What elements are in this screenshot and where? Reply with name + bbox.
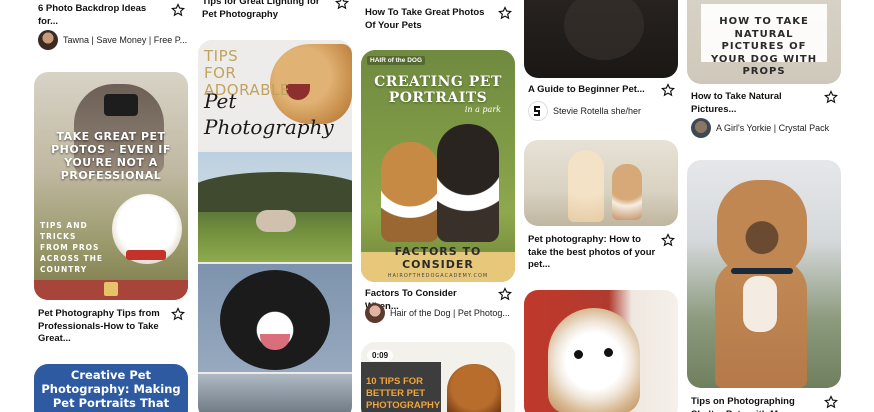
save-star-icon[interactable] (171, 3, 185, 17)
save-star-icon[interactable] (824, 90, 838, 104)
brand-logo: HAIR of the DOG (367, 56, 425, 65)
shih-tzu-eye-right (604, 348, 613, 357)
save-star-icon[interactable] (335, 0, 349, 10)
save-star-icon[interactable] (498, 6, 512, 20)
pin-title[interactable]: How to Take Natural Pictures... (691, 91, 809, 116)
dog-logo-icon (104, 282, 118, 296)
author-name: Stevie Rotella she/her (553, 106, 642, 116)
pin-image-dark-beginner[interactable] (524, 0, 678, 78)
pitbull-chest-shape (743, 276, 777, 332)
pin-title[interactable]: A Guide to Beginner Pet... (528, 84, 656, 97)
save-star-icon[interactable] (661, 233, 675, 247)
pin-author[interactable]: Stevie Rotella she/her (528, 101, 641, 121)
avatar-logo (528, 101, 548, 121)
camera-shape (104, 94, 138, 116)
image-subtext: TIPS AND TRICKS FROM PROS ACROSS THE COU… (40, 221, 104, 274)
pin-image-pet-photo-tips[interactable]: TAKE GREAT PET PHOTOS - EVEN IF YOU'RE N… (34, 72, 188, 300)
small-dog-shape (612, 164, 642, 220)
pin-title[interactable]: 6 Photo Backdrop Ideas for... (38, 3, 166, 28)
save-star-icon[interactable] (171, 307, 185, 321)
shih-tzu-eye-left (574, 350, 583, 359)
sheltie-2-shape (437, 124, 499, 242)
sheltie-1-shape (381, 142, 439, 242)
pin-title[interactable]: How To Take Great Photos Of Your Pets (365, 7, 493, 32)
pin-title[interactable]: Tips on Photographing Shelter Pets with … (691, 396, 821, 412)
pin-image-10-tips-video[interactable]: 0:09 10 TIPS FOR BETTER PET PHOTOGRAPHY (361, 342, 515, 412)
puppy-shape (447, 364, 501, 412)
golden-puppy-shape (568, 150, 604, 222)
pin-author[interactable]: A Girl's Yorkie | Crystal Pack (691, 118, 829, 138)
collage-header: TIPS FOR ADORABLE Pet Photography (198, 40, 352, 150)
save-star-icon[interactable] (824, 395, 838, 409)
image-headline: CREATING PET PORTRAITS (374, 74, 502, 106)
pin-author[interactable]: Tawna | Save Money | Free P... (38, 30, 187, 50)
brand-s-icon (534, 106, 540, 116)
save-star-icon[interactable] (661, 83, 675, 97)
black-dog-shape (564, 0, 644, 60)
avatar (38, 30, 58, 50)
shih-tzu-shape (548, 308, 640, 412)
pin-image-creating-pet-portraits[interactable]: HAIR of the DOG CREATING PET PORTRAITS i… (361, 50, 515, 282)
image-headline: Creative Pet Photography: Making Pet Por… (41, 368, 181, 412)
pin-title[interactable]: Pet Photography Tips from Professionals-… (38, 308, 166, 346)
image-headline: TAKE GREAT PET PHOTOS - EVEN IF YOU'RE N… (51, 130, 171, 182)
pin-author[interactable]: Hair of the Dog | Pet Photog... (365, 303, 510, 323)
pin-image-natural-pictures[interactable]: HOW TO TAKE NATURAL PICTURES OF YOUR DOG… (687, 0, 841, 84)
collage-border-collie (198, 264, 352, 372)
image-subtext: in a park (464, 105, 501, 114)
pin-title[interactable]: Tips for Great Lighting for Pet Photogra… (202, 0, 330, 21)
video-duration: 0:09 (367, 350, 394, 361)
author-name: Hair of the Dog | Pet Photog... (390, 308, 510, 318)
pin-title[interactable]: Pet photography: How to take the best ph… (528, 234, 656, 272)
pitbull-head-shape (717, 180, 807, 276)
pitbull-collar (731, 268, 793, 274)
image-script: Pet Photography (204, 89, 334, 139)
pin-image-shih-tzu[interactable] (524, 290, 678, 412)
pin-image-adorable-pet-photography-collage[interactable]: TIPS FOR ADORABLE Pet Photography (198, 40, 352, 412)
cat-shape (256, 210, 296, 232)
pin-image-two-dogs[interactable] (524, 140, 678, 226)
image-headline: 10 TIPS FOR BETTER PET PHOTOGRAPHY (366, 376, 441, 411)
avatar (691, 118, 711, 138)
image-headline: HOW TO TAKE NATURAL PICTURES OF YOUR DOG… (710, 16, 818, 77)
image-url: HAIROFTHEDOGACADEMY.COM (387, 273, 489, 279)
pin-image-shelter-pet[interactable] (687, 160, 841, 388)
pin-image-creative-pet-photography[interactable]: Creative Pet Photography: Making Pet Por… (34, 364, 188, 412)
save-star-icon[interactable] (498, 287, 512, 301)
avatar (365, 303, 385, 323)
collage-landscape (198, 152, 352, 262)
dog-bandana (126, 250, 166, 260)
author-name: Tawna | Save Money | Free P... (63, 35, 188, 45)
image-footer: FACTORS TO CONSIDER (394, 245, 482, 271)
mountain-shape (198, 172, 352, 212)
collie-head-shape (220, 270, 330, 370)
author-name: A Girl's Yorkie | Crystal Pack (716, 123, 830, 133)
collage-bottom (198, 374, 352, 412)
